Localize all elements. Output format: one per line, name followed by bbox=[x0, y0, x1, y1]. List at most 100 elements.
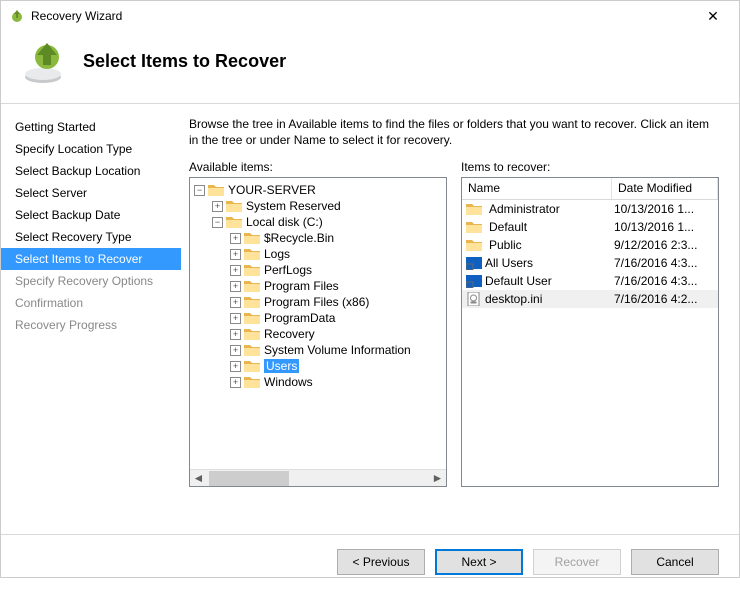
tree-toggle-icon[interactable]: + bbox=[230, 281, 241, 292]
folder-icon bbox=[208, 183, 224, 197]
tree-item[interactable]: + Logs bbox=[194, 246, 446, 262]
banner-icon bbox=[21, 37, 69, 85]
folder-icon bbox=[244, 343, 260, 357]
item-date: 10/13/2016 1... bbox=[614, 220, 714, 234]
tree-label: Users bbox=[264, 359, 299, 373]
tree-toggle-icon[interactable]: + bbox=[230, 345, 241, 356]
nav-step[interactable]: Specify Location Type bbox=[1, 138, 181, 160]
list-item[interactable]: All Users7/16/2016 4:3... bbox=[462, 254, 718, 272]
tree-toggle-icon[interactable]: + bbox=[230, 313, 241, 324]
tree-toggle-icon[interactable]: + bbox=[230, 329, 241, 340]
nav-step[interactable]: Select Recovery Type bbox=[1, 226, 181, 248]
shortcut-icon bbox=[466, 274, 482, 288]
tree-label: Recovery bbox=[264, 327, 315, 341]
previous-button[interactable]: < Previous bbox=[337, 549, 425, 575]
tree-item[interactable]: − Local disk (C:) bbox=[194, 214, 446, 230]
tree-item[interactable]: + Windows bbox=[194, 374, 446, 390]
nav-step[interactable]: Getting Started bbox=[1, 116, 181, 138]
folder-icon bbox=[466, 238, 482, 252]
instructions-text: Browse the tree in Available items to fi… bbox=[189, 116, 719, 148]
tree-label: PerfLogs bbox=[264, 263, 312, 277]
tree-toggle-icon[interactable]: − bbox=[212, 217, 223, 228]
item-date: 10/13/2016 1... bbox=[614, 202, 714, 216]
list-item[interactable]: Default 10/13/2016 1... bbox=[462, 218, 718, 236]
item-date: 7/16/2016 4:3... bbox=[614, 274, 714, 288]
nav-step[interactable]: Select Items to Recover bbox=[1, 248, 181, 270]
tree-label: Windows bbox=[264, 375, 313, 389]
nav-step[interactable]: Select Backup Location bbox=[1, 160, 181, 182]
shortcut-icon bbox=[466, 256, 482, 270]
tree-label: Logs bbox=[264, 247, 290, 261]
items-to-recover-label: Items to recover: bbox=[461, 160, 719, 174]
recover-button[interactable]: Recover bbox=[533, 549, 621, 575]
item-name: Public bbox=[489, 238, 522, 252]
next-button[interactable]: Next > bbox=[435, 549, 523, 575]
tree-item[interactable]: + System Reserved bbox=[194, 198, 446, 214]
folder-icon bbox=[244, 327, 260, 341]
tree-item[interactable]: +System Volume Information bbox=[194, 342, 446, 358]
tree-item[interactable]: +Program Files bbox=[194, 278, 446, 294]
list-item[interactable]: Public 9/12/2016 2:3... bbox=[462, 236, 718, 254]
tree-item[interactable]: + Users bbox=[194, 358, 446, 374]
folder-icon bbox=[466, 202, 482, 216]
app-icon bbox=[9, 8, 25, 24]
list-item[interactable]: desktop.ini 7/16/2016 4:2... bbox=[462, 290, 718, 308]
titlebar: Recovery Wizard ✕ bbox=[1, 1, 739, 31]
tree-item[interactable]: + PerfLogs bbox=[194, 262, 446, 278]
tree-label: System Reserved bbox=[246, 199, 341, 213]
folder-icon bbox=[244, 311, 260, 325]
column-name[interactable]: Name bbox=[462, 178, 612, 199]
tree-item[interactable]: + Program Files (x86) bbox=[194, 294, 446, 310]
folder-icon bbox=[244, 295, 260, 309]
item-name: Default User bbox=[485, 274, 552, 288]
tree-toggle-icon[interactable]: + bbox=[230, 297, 241, 308]
tree-label: Program Files (x86) bbox=[264, 295, 369, 309]
folder-icon bbox=[244, 359, 260, 373]
tree-toggle-icon[interactable]: + bbox=[230, 377, 241, 388]
page-title: Select Items to Recover bbox=[83, 51, 286, 72]
wizard-nav: Getting StartedSpecify Location TypeSele… bbox=[1, 104, 181, 524]
item-date: 9/12/2016 2:3... bbox=[614, 238, 714, 252]
folder-icon bbox=[466, 220, 482, 234]
tree-label: ProgramData bbox=[264, 311, 335, 325]
scroll-thumb[interactable] bbox=[209, 471, 289, 486]
tree-toggle-icon[interactable]: − bbox=[194, 185, 205, 196]
window-close-button[interactable]: ✕ bbox=[693, 5, 733, 27]
tree-item[interactable]: + ProgramData bbox=[194, 310, 446, 326]
horizontal-scrollbar[interactable]: ◄ ► bbox=[190, 469, 446, 486]
tree-toggle-icon[interactable]: + bbox=[230, 265, 241, 276]
scroll-left-icon[interactable]: ◄ bbox=[190, 470, 207, 487]
scroll-right-icon[interactable]: ► bbox=[429, 470, 446, 487]
banner: Select Items to Recover bbox=[1, 31, 739, 103]
list-view[interactable]: Name Date Modified Administrator 10/13/20… bbox=[461, 177, 719, 487]
folder-icon bbox=[226, 199, 242, 213]
tree-toggle-icon[interactable]: + bbox=[230, 361, 241, 372]
file-icon bbox=[466, 292, 482, 306]
tree-toggle-icon[interactable]: + bbox=[230, 233, 241, 244]
cancel-button[interactable]: Cancel bbox=[631, 549, 719, 575]
list-header: Name Date Modified bbox=[462, 178, 718, 200]
available-items-label: Available items: bbox=[189, 160, 447, 174]
folder-icon bbox=[244, 375, 260, 389]
item-name: Default bbox=[489, 220, 527, 234]
nav-step: Confirmation bbox=[1, 292, 181, 314]
tree-toggle-icon[interactable]: + bbox=[230, 249, 241, 260]
nav-step[interactable]: Select Server bbox=[1, 182, 181, 204]
tree-item[interactable]: − YOUR-SERVER bbox=[194, 182, 446, 198]
nav-step: Recovery Progress bbox=[1, 314, 181, 336]
list-item[interactable]: Administrator 10/13/2016 1... bbox=[462, 200, 718, 218]
tree-item[interactable]: +$Recycle.Bin bbox=[194, 230, 446, 246]
list-item[interactable]: Default User 7/16/2016 4:3... bbox=[462, 272, 718, 290]
folder-icon bbox=[244, 279, 260, 293]
tree-toggle-icon[interactable]: + bbox=[212, 201, 223, 212]
tree-label: YOUR-SERVER bbox=[228, 183, 316, 197]
item-date: 7/16/2016 4:2... bbox=[614, 292, 714, 306]
column-date[interactable]: Date Modified bbox=[612, 178, 718, 199]
item-name: desktop.ini bbox=[485, 292, 542, 306]
button-bar: < Previous Next > Recover Cancel bbox=[1, 534, 739, 589]
tree-label: Local disk (C:) bbox=[246, 215, 323, 229]
tree-item[interactable]: + Recovery bbox=[194, 326, 446, 342]
item-name: Administrator bbox=[489, 202, 560, 216]
nav-step[interactable]: Select Backup Date bbox=[1, 204, 181, 226]
tree-view[interactable]: − YOUR-SERVER + System Reserved − Local disk … bbox=[189, 177, 447, 487]
